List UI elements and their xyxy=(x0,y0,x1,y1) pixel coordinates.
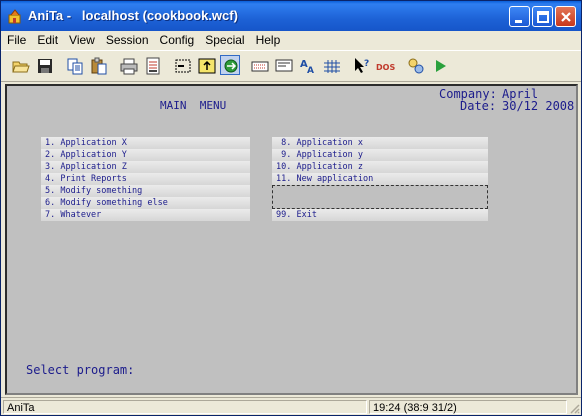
minimize-button[interactable] xyxy=(509,6,530,27)
date-label: Date: xyxy=(460,99,497,113)
pin-icon[interactable] xyxy=(197,56,217,76)
option-exit[interactable]: 99. Exit xyxy=(272,209,488,221)
option-new-application[interactable]: 11. New application xyxy=(272,173,488,185)
option-application-z-lower[interactable]: 10. Application z xyxy=(272,161,488,173)
menu-config[interactable]: Config xyxy=(154,31,200,49)
resize-grip-icon[interactable] xyxy=(568,402,580,414)
screen-icon[interactable] xyxy=(274,56,294,76)
empty-option-slot[interactable] xyxy=(272,185,488,209)
option-modify-something-else[interactable]: 6. Modify something else xyxy=(41,197,250,209)
font-icon[interactable]: AA xyxy=(298,56,318,76)
option-modify-something[interactable]: 5. Modify something xyxy=(41,185,250,197)
dos-icon[interactable]: DOS xyxy=(376,56,396,76)
option-application-y[interactable]: 2. Application Y xyxy=(41,149,250,161)
svg-text:?: ? xyxy=(364,59,369,69)
app-window: AniTa - localhost (cookbook.wcf) File Ed… xyxy=(0,0,582,416)
select-program-prompt: Select program: xyxy=(26,363,135,377)
open-folder-icon[interactable] xyxy=(11,56,31,76)
terminal-screen[interactable]: Company: April Date: 30/12 2008 MAIN MEN… xyxy=(5,84,578,395)
toolbar: AA ? DOS xyxy=(1,50,581,82)
anita-app-icon xyxy=(7,8,23,24)
menu-edit[interactable]: Edit xyxy=(31,31,63,49)
menu-view[interactable]: View xyxy=(63,31,100,49)
status-bar: AniTa 19:24 (38:9 31/2) xyxy=(1,397,581,415)
status-cursor-position: 19:24 (38:9 31/2) xyxy=(369,400,567,414)
menu-help[interactable]: Help xyxy=(250,31,286,49)
title-bar[interactable]: AniTa - localhost (cookbook.wcf) xyxy=(1,1,581,31)
help-cursor-icon[interactable]: ? xyxy=(352,56,372,76)
option-application-x-lower[interactable]: 8. Application x xyxy=(272,137,488,149)
option-application-x[interactable]: 1. Application X xyxy=(41,137,250,149)
copy-icon[interactable] xyxy=(65,56,85,76)
option-application-y-lower[interactable]: 9. Application y xyxy=(272,149,488,161)
print-icon[interactable] xyxy=(119,56,139,76)
status-app-name: AniTa xyxy=(3,400,367,414)
connect-icon[interactable] xyxy=(220,55,240,75)
menu-title: MAIN MENU xyxy=(160,99,227,112)
maximize-button[interactable] xyxy=(532,6,553,27)
close-button[interactable] xyxy=(555,6,576,27)
svg-text:DOS: DOS xyxy=(376,63,395,72)
paste-icon[interactable] xyxy=(89,56,109,76)
keyboard-icon[interactable] xyxy=(250,56,270,76)
menu-session[interactable]: Session xyxy=(100,31,154,49)
save-icon[interactable] xyxy=(35,56,55,76)
grid-icon[interactable] xyxy=(322,56,342,76)
option-print-reports[interactable]: 4. Print Reports xyxy=(41,173,250,185)
menu-bar: File Edit View Session Config Special He… xyxy=(1,31,581,49)
macro-icon[interactable] xyxy=(406,56,426,76)
run-icon[interactable] xyxy=(430,56,450,76)
option-application-z[interactable]: 3. Application Z xyxy=(41,161,250,173)
svg-text:A: A xyxy=(307,66,314,76)
select-icon[interactable] xyxy=(173,56,193,76)
option-whatever[interactable]: 7. Whatever xyxy=(41,209,250,221)
print-setup-icon[interactable] xyxy=(143,56,163,76)
date-value: 30/12 2008 xyxy=(502,99,575,113)
menu-special[interactable]: Special xyxy=(199,31,249,49)
window-title: AniTa - localhost (cookbook.wcf) xyxy=(28,8,238,23)
menu-file[interactable]: File xyxy=(1,31,31,49)
